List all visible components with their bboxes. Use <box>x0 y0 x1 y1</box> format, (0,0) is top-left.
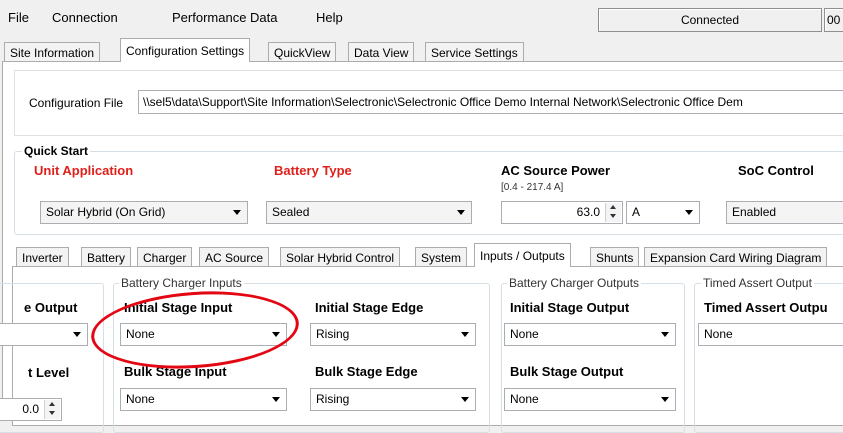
ac-source-unit-select[interactable]: A <box>626 201 700 224</box>
bulk-stage-edge-select[interactable]: Rising <box>310 388 476 411</box>
level-input[interactable]: 0.0 <box>0 398 62 421</box>
chevron-down-icon <box>461 332 469 337</box>
unit-application-select[interactable]: Solar Hybrid (On Grid) <box>40 201 248 224</box>
chevron-down-icon <box>661 397 669 402</box>
level-value: 0.0 <box>22 402 39 416</box>
ac-source-unit-value: A <box>632 205 641 219</box>
battery-type-value: Sealed <box>272 205 310 219</box>
initial-stage-input-select[interactable]: None <box>120 323 287 346</box>
tab-charger[interactable]: Charger <box>137 247 193 267</box>
menu-performance-data[interactable]: Performance Data <box>172 10 278 25</box>
tab-system[interactable]: System <box>415 247 468 267</box>
level-label: t Level <box>28 365 70 380</box>
tab-battery[interactable]: Battery <box>81 247 132 267</box>
timed-assert-output-title: Timed Assert Output <box>701 276 814 290</box>
spinner-icon[interactable] <box>605 203 621 222</box>
bulk-stage-input-value: None <box>126 392 155 406</box>
initial-stage-output-value: None <box>510 327 539 341</box>
initial-stage-input-value: None <box>126 327 155 341</box>
initial-stage-input-label: Initial Stage Input <box>124 300 233 315</box>
initial-stage-edge-label: Initial Stage Edge <box>315 300 424 315</box>
chevron-down-icon <box>457 210 465 215</box>
soc-control-label: SoC Control <box>738 163 814 178</box>
initial-stage-edge-select[interactable]: Rising <box>310 323 476 346</box>
tab-quickview[interactable]: QuickView <box>268 42 337 62</box>
ac-source-power-label: AC Source Power <box>501 163 611 178</box>
status-field-2: 00 <box>824 8 843 32</box>
tab-inputs-outputs[interactable]: Inputs / Outputs <box>474 243 571 267</box>
initial-stage-edge-value: Rising <box>316 327 350 341</box>
chevron-down-icon <box>73 332 81 337</box>
timed-assert-output-select[interactable]: None <box>698 323 843 346</box>
tab-inverter[interactable]: Inverter <box>16 247 69 267</box>
spinner-icon[interactable] <box>44 400 60 419</box>
unit-application-value: Solar Hybrid (On Grid) <box>46 205 166 219</box>
battery-charger-outputs-title: Battery Charger Outputs <box>507 276 642 290</box>
soc-control-select[interactable]: Enabled <box>726 201 843 224</box>
tab-configuration-settings[interactable]: Configuration Settings <box>120 38 251 62</box>
menu-bar: File Connection Performance Data Help Co… <box>0 0 843 34</box>
tab-solar-hybrid-control[interactable]: Solar Hybrid Control <box>280 247 401 267</box>
soc-control-value: Enabled <box>732 205 777 219</box>
timed-assert-output-label: Timed Assert Outpu <box>704 300 828 315</box>
chevron-down-icon <box>685 210 693 215</box>
bulk-stage-output-value: None <box>510 392 539 406</box>
ac-source-power-value: 63.0 <box>576 205 600 219</box>
config-file-path[interactable]: \\sel5\data\Support\Site Information\Sel… <box>138 90 843 114</box>
bulk-stage-output-select[interactable]: None <box>504 388 676 411</box>
tab-service-settings[interactable]: Service Settings <box>425 42 524 62</box>
tab-ac-source[interactable]: AC Source <box>199 247 270 267</box>
bulk-stage-edge-label: Bulk Stage Edge <box>315 364 418 379</box>
timed-assert-output-value: None <box>704 327 733 341</box>
menu-help[interactable]: Help <box>316 10 343 25</box>
initial-stage-output-select[interactable]: None <box>504 323 676 346</box>
config-file-label: Configuration File <box>29 96 124 110</box>
ac-source-power-range: [0.4 - 217.4 A] <box>501 182 564 193</box>
tab-expansion-card-wiring-diagram[interactable]: Expansion Card Wiring Diagram <box>644 247 828 267</box>
bulk-stage-input-label: Bulk Stage Input <box>124 364 227 379</box>
battery-type-select[interactable]: Sealed <box>266 201 472 224</box>
stage-output-select[interactable] <box>0 323 88 346</box>
ac-source-power-input[interactable]: 63.0 <box>501 201 623 224</box>
chevron-down-icon <box>272 332 280 337</box>
quick-start-title: Quick Start <box>22 144 91 158</box>
tab-shunts[interactable]: Shunts <box>590 247 640 267</box>
initial-stage-output-label: Initial Stage Output <box>510 300 630 315</box>
tab-site-information[interactable]: Site Information <box>4 42 101 62</box>
battery-charger-inputs-title: Battery Charger Inputs <box>119 276 244 290</box>
tab-data-view[interactable]: Data View <box>348 42 415 62</box>
connection-status: Connected <box>598 8 822 32</box>
menu-file[interactable]: File <box>8 10 29 25</box>
stage-output-label: e Output <box>24 300 78 315</box>
chevron-down-icon <box>461 397 469 402</box>
bulk-stage-edge-value: Rising <box>316 392 350 406</box>
battery-type-label: Battery Type <box>274 163 352 178</box>
menu-connection[interactable]: Connection <box>52 10 118 25</box>
chevron-down-icon <box>272 397 280 402</box>
chevron-down-icon <box>661 332 669 337</box>
unit-application-label: Unit Application <box>34 163 134 178</box>
bulk-stage-input-select[interactable]: None <box>120 388 287 411</box>
chevron-down-icon <box>233 210 241 215</box>
bulk-stage-output-label: Bulk Stage Output <box>510 364 624 379</box>
